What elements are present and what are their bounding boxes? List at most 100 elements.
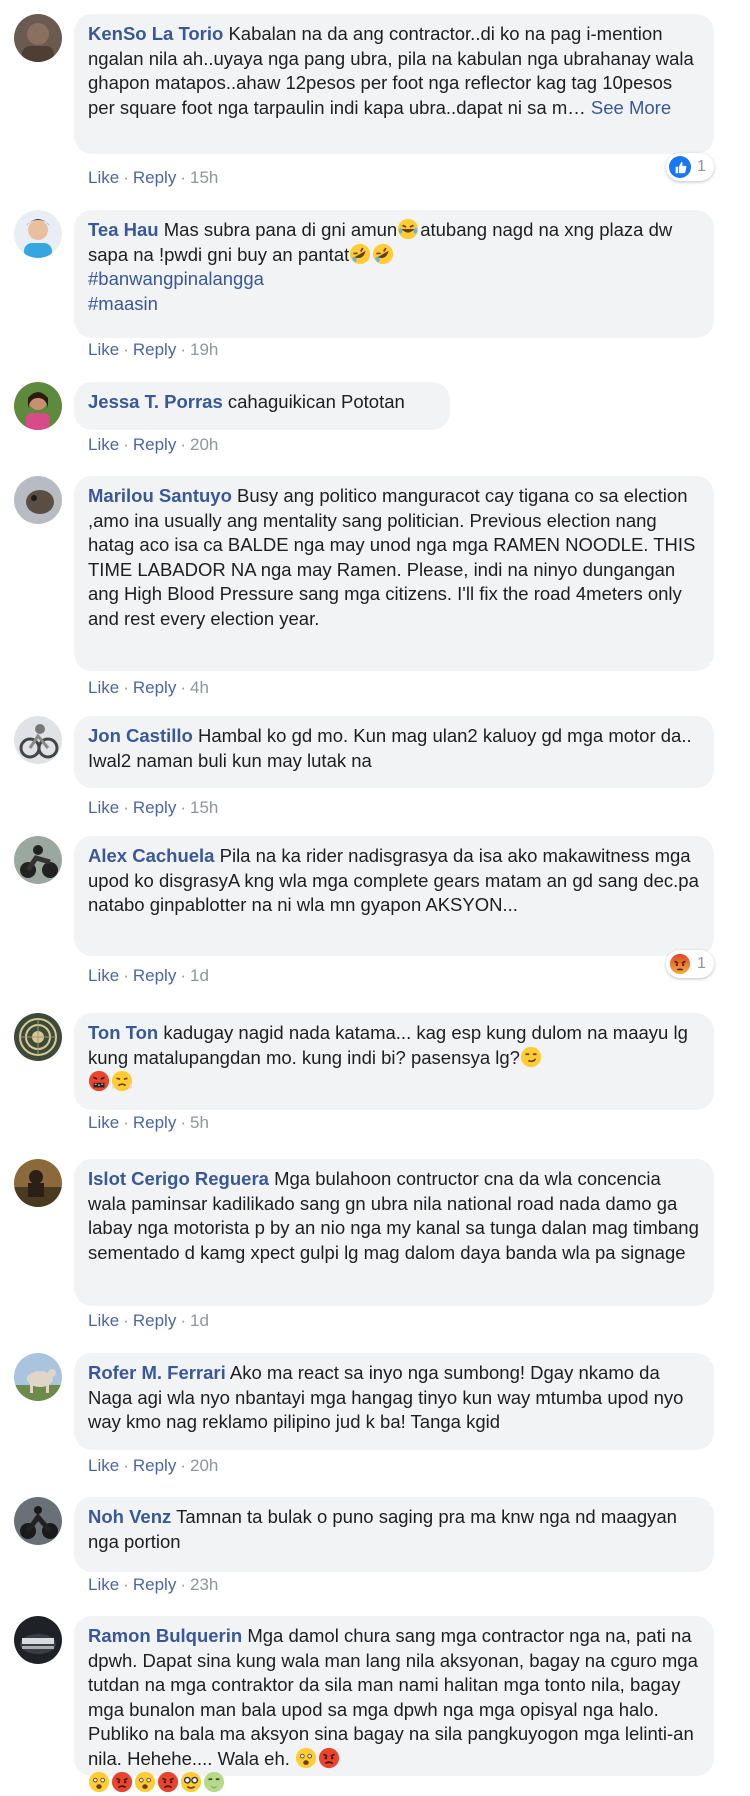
avatar[interactable] xyxy=(14,476,62,524)
comment-bubble: KenSo La Torio Kabalan na da ang contrac… xyxy=(74,14,714,154)
like-action[interactable]: Like xyxy=(88,966,119,985)
comment-author[interactable]: Alex Cachuela xyxy=(88,845,214,866)
like-action[interactable]: Like xyxy=(88,1311,119,1330)
timestamp[interactable]: 20h xyxy=(190,1456,218,1475)
comment-bubble: Alex Cachuela Pila na ka rider nadisgras… xyxy=(74,836,714,956)
reaction-summary[interactable]: 1 xyxy=(666,950,714,978)
hashtag-link[interactable]: #maasin xyxy=(88,292,700,317)
comment-actions: Like · Reply · 1d xyxy=(88,966,209,985)
comment-author[interactable]: Jessa T. Porras xyxy=(88,391,223,412)
timestamp[interactable]: 4h xyxy=(190,678,209,697)
comment-text: Tamnan ta bulak o puno saging pra ma knw… xyxy=(88,1506,677,1552)
like-action[interactable]: Like xyxy=(88,435,119,454)
nerd-emoji-icon xyxy=(180,1771,202,1793)
hashtag-link[interactable]: #banwangpinalangga xyxy=(88,267,700,292)
reply-action[interactable]: Reply xyxy=(133,1113,176,1132)
comment-text: Mga damol chura sang mga contractor nga … xyxy=(88,1625,698,1769)
comment-bubble: Ton Ton kadugay nagid nada katama... kag… xyxy=(74,1013,714,1110)
angry-emoji-icon xyxy=(318,1747,340,1769)
scream-emoji-icon xyxy=(88,1771,110,1793)
like-action[interactable]: Like xyxy=(88,798,119,817)
reply-action[interactable]: Reply xyxy=(133,1575,176,1594)
comment-text: Busy ang politico manguracot cay tigana … xyxy=(88,485,696,629)
like-action[interactable]: Like xyxy=(88,340,119,359)
comment-text: Mas subra pana di gni amun xyxy=(163,219,398,240)
timestamp[interactable]: 15h xyxy=(190,798,218,817)
avatar[interactable] xyxy=(14,1616,62,1664)
comment-author[interactable]: Noh Venz xyxy=(88,1506,171,1527)
comment-author[interactable]: Rofer M. Ferrari xyxy=(88,1362,226,1383)
smirk-emoji-icon xyxy=(520,1046,542,1068)
reaction-count: 1 xyxy=(697,955,706,972)
comment-actions: Like · Reply · 20h xyxy=(88,1456,219,1475)
comment-author[interactable]: KenSo La Torio xyxy=(88,23,223,44)
comment-bubble: Islot Cerigo Reguera Mga bulahoon contru… xyxy=(74,1159,714,1306)
comment-author[interactable]: Ramon Bulquerin xyxy=(88,1625,242,1646)
reply-action[interactable]: Reply xyxy=(133,435,176,454)
see-more-link[interactable]: See More xyxy=(591,97,671,118)
comment-author[interactable]: Jon Castillo xyxy=(88,725,193,746)
timestamp[interactable]: 1d xyxy=(190,1311,209,1330)
avatar[interactable] xyxy=(14,1159,62,1207)
avatar[interactable] xyxy=(14,1013,62,1061)
timestamp[interactable]: 20h xyxy=(190,435,218,454)
comment-actions: Like · Reply · 20h xyxy=(88,435,219,454)
reaction-summary[interactable]: 1 xyxy=(666,153,714,181)
comment-actions: Like · Reply · 1d xyxy=(88,1311,209,1330)
timestamp[interactable]: 15h xyxy=(190,168,218,187)
comment-bubble: Tea Hau Mas subra pana di gni amun atuban… xyxy=(74,210,714,338)
reaction-count: 1 xyxy=(697,158,706,175)
avatar[interactable] xyxy=(14,836,62,884)
comment-actions: Like · Reply · 19h xyxy=(88,340,219,359)
avatar[interactable] xyxy=(14,1353,62,1401)
comment-actions: Like · Reply · 15h xyxy=(88,168,219,187)
comment-author[interactable]: Marilou Santuyo xyxy=(88,485,232,506)
comment-actions: Like · Reply · 4h xyxy=(88,678,209,697)
comment-bubble: Ramon Bulquerin Mga damol chura sang mga… xyxy=(74,1616,714,1776)
timestamp[interactable]: 19h xyxy=(190,340,218,359)
avatar[interactable] xyxy=(14,210,62,258)
reply-action[interactable]: Reply xyxy=(133,798,176,817)
comment-actions: Like · Reply · 5h xyxy=(88,1113,209,1132)
comment-author[interactable]: Tea Hau xyxy=(88,219,159,240)
timestamp[interactable]: 23h xyxy=(190,1575,218,1594)
rofl-emoji-icon xyxy=(372,243,394,265)
avatar[interactable] xyxy=(14,382,62,430)
comment-actions: Like · Reply · 23h xyxy=(88,1575,219,1594)
triumph-emoji-icon xyxy=(111,1070,133,1092)
comment-text: kadugay nagid nada katama... kag esp kun… xyxy=(88,1022,688,1068)
reply-action[interactable]: Reply xyxy=(133,1456,176,1475)
reply-action[interactable]: Reply xyxy=(133,168,176,187)
comment-text: cahaguikican Pototan xyxy=(227,391,405,412)
timestamp[interactable]: 5h xyxy=(190,1113,209,1132)
comment-bubble: Noh Venz Tamnan ta bulak o puno saging p… xyxy=(74,1497,714,1572)
reply-action[interactable]: Reply xyxy=(133,340,176,359)
angry-emoji-icon xyxy=(157,1771,179,1793)
comment-author[interactable]: Islot Cerigo Reguera xyxy=(88,1168,269,1189)
comment-bubble: Rofer M. Ferrari Ako ma react sa inyo ng… xyxy=(74,1353,714,1450)
laughing-emoji-icon xyxy=(397,218,419,240)
like-action[interactable]: Like xyxy=(88,678,119,697)
like-action[interactable]: Like xyxy=(88,1456,119,1475)
rofl-emoji-icon xyxy=(349,243,371,265)
angry-emoji-icon xyxy=(111,1771,133,1793)
comment-bubble: Jessa T. Porras cahaguikican Pototan xyxy=(74,382,450,430)
timestamp[interactable]: 1d xyxy=(190,966,209,985)
like-icon xyxy=(669,156,691,178)
like-action[interactable]: Like xyxy=(88,1113,119,1132)
comment-bubble: Jon Castillo Hambal ko gd mo. Kun mag ul… xyxy=(74,716,714,788)
reply-action[interactable]: Reply xyxy=(133,966,176,985)
comment-bubble: Marilou Santuyo Busy ang politico mangur… xyxy=(74,476,714,671)
reply-action[interactable]: Reply xyxy=(133,678,176,697)
comment-author[interactable]: Ton Ton xyxy=(88,1022,158,1043)
avatar[interactable] xyxy=(14,716,62,764)
angry-icon xyxy=(669,953,691,975)
like-action[interactable]: Like xyxy=(88,168,119,187)
like-action[interactable]: Like xyxy=(88,1575,119,1594)
scream-emoji-icon xyxy=(134,1771,156,1793)
avatar[interactable] xyxy=(14,14,62,62)
avatar[interactable] xyxy=(14,1497,62,1545)
comment-actions: Like · Reply · 15h xyxy=(88,798,219,817)
cursing-emoji-icon xyxy=(88,1070,110,1092)
reply-action[interactable]: Reply xyxy=(133,1311,176,1330)
